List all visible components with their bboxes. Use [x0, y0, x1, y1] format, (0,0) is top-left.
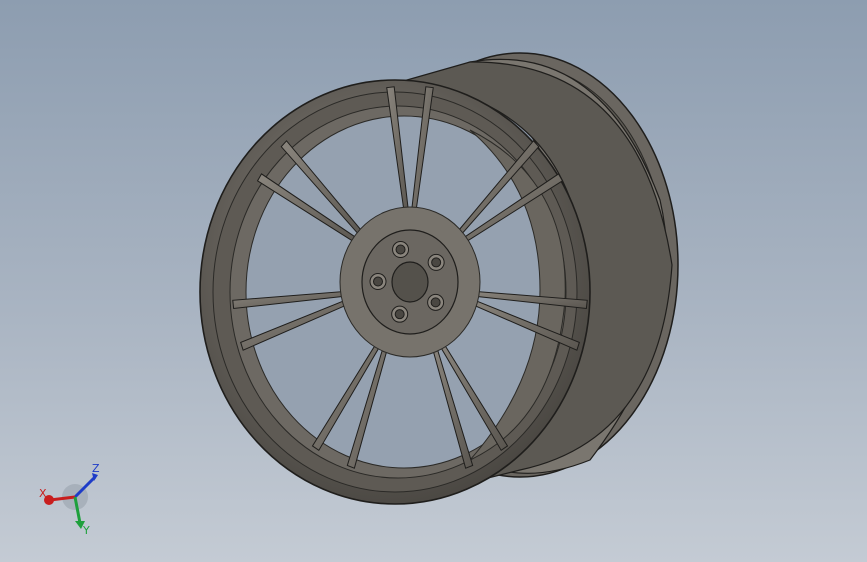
z-axis-label: Z [92, 462, 100, 475]
lug-hole-bore [431, 257, 442, 268]
axis-triad[interactable]: Z X Y [30, 455, 110, 545]
hub [339, 206, 481, 358]
lug-hole-bore [395, 244, 406, 255]
graphics-viewport[interactable]: Z X Y [0, 0, 867, 562]
lug-hole-bore [394, 309, 405, 320]
wheel-rim-model[interactable] [0, 0, 867, 562]
lug-hole-bore [373, 276, 384, 287]
y-axis-label: Y [82, 524, 90, 537]
lug-hole-bore [430, 297, 441, 308]
x-axis-label: X [39, 487, 47, 500]
